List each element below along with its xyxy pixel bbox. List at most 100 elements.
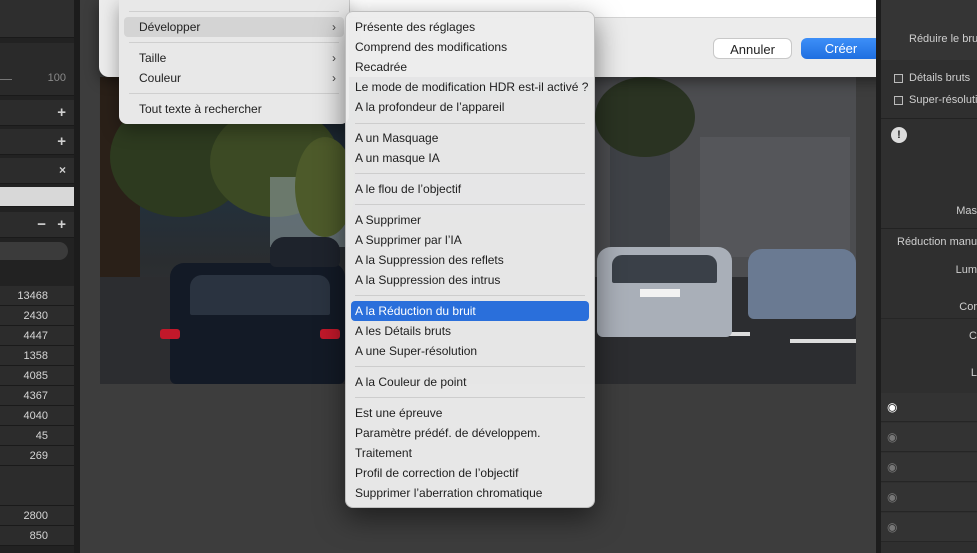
panel-row[interactable]: ◉ xyxy=(881,423,977,452)
menu-item[interactable]: Traitement xyxy=(351,443,589,463)
panel-row[interactable]: ◉ xyxy=(881,513,977,542)
count-value: 2430 xyxy=(23,310,48,322)
left-panel-section-3: × xyxy=(0,158,74,184)
close-icon[interactable]: × xyxy=(59,163,66,178)
right-panel: Réduire le bruit Détails bruts Super-rés… xyxy=(876,0,977,553)
menu-separator xyxy=(355,366,585,367)
menu-item[interactable]: Le mode de modification HDR est-il activ… xyxy=(351,77,589,97)
super-resolution-label: Super-résolution xyxy=(909,94,977,106)
eye-icon[interactable]: ◉ xyxy=(887,490,897,504)
divider xyxy=(881,228,977,229)
developper-submenu: Présente des réglages Comprend des modif… xyxy=(345,11,595,508)
menu-item-label: Développer xyxy=(139,20,201,34)
list-item[interactable]: 4367 xyxy=(0,386,74,406)
menu-item[interactable]: Comprend des modifications xyxy=(351,37,589,57)
super-resolution-checkbox[interactable] xyxy=(894,96,903,105)
car-window-shape xyxy=(612,255,717,283)
left-panel-filter-field[interactable] xyxy=(0,242,68,260)
mask-label: Mas xyxy=(956,205,977,217)
menu-item[interactable]: A la profondeur de l’appareil xyxy=(351,97,589,117)
create-button[interactable]: Créer xyxy=(801,38,881,59)
menu-item[interactable]: Présente des réglages xyxy=(351,17,589,37)
list-item[interactable]: 269 xyxy=(0,446,74,466)
cancel-button[interactable]: Annuler xyxy=(713,38,792,59)
car-light-shape xyxy=(160,329,180,339)
count-value: 4367 xyxy=(23,390,48,402)
menu-item-tout-texte[interactable]: Tout texte à rechercher xyxy=(124,99,344,119)
list-item[interactable]: 4085 xyxy=(0,366,74,386)
menu-item[interactable]: Recadrée xyxy=(351,57,589,77)
menu-item[interactable]: Paramètre prédéf. de développem. xyxy=(351,423,589,443)
raw-details-label: Détails bruts xyxy=(909,72,971,84)
menu-separator xyxy=(129,93,339,94)
panel-row[interactable]: ◉ xyxy=(881,453,977,482)
building-shape xyxy=(700,137,850,257)
count-value: 13468 xyxy=(17,290,48,302)
left-panel-section-4: − + xyxy=(0,212,74,238)
list-item[interactable]: 4447 xyxy=(0,326,74,346)
menu-item-label: Taille xyxy=(139,51,167,65)
menu-separator xyxy=(355,397,585,398)
menu-item[interactable]: A la Suppression des intrus xyxy=(351,270,589,290)
menu-item[interactable]: Supprimer l’aberration chromatique xyxy=(351,483,589,503)
panel-row[interactable]: ◉ xyxy=(881,393,977,422)
count-value: 45 xyxy=(35,430,48,442)
app-window: 100 + + × − + 13468 2430 4447 1358 4085 … xyxy=(0,0,977,553)
eye-icon[interactable]: ◉ xyxy=(887,520,897,534)
menu-item-developper[interactable]: Développer › xyxy=(124,17,344,37)
menu-item[interactable]: A une Super-résolution xyxy=(351,341,589,361)
list-item[interactable]: 850 xyxy=(0,526,74,546)
license-plate-shape xyxy=(640,289,680,297)
menu-separator xyxy=(129,42,339,43)
slider-track[interactable] xyxy=(0,79,12,80)
menu-item-selected[interactable]: A la Réduction du bruit xyxy=(351,301,589,321)
warning-icon: ! xyxy=(891,127,907,143)
menu-separator xyxy=(129,11,339,12)
menu-item[interactable]: Est une épreuve xyxy=(351,403,589,423)
menu-item-taille[interactable]: Taille › xyxy=(124,48,344,68)
menu-item[interactable]: A un masque IA xyxy=(351,148,589,168)
plus-icon[interactable]: + xyxy=(57,105,66,120)
color-label: C xyxy=(969,330,977,342)
eye-icon[interactable]: ◉ xyxy=(887,430,897,444)
menu-item[interactable]: A un Masquage xyxy=(351,128,589,148)
count-value: 4085 xyxy=(23,370,48,382)
left-panel-slider-row: 100 xyxy=(0,43,74,96)
count-value: 1358 xyxy=(23,350,48,362)
menu-item[interactable]: A la Suppression des reflets xyxy=(351,250,589,270)
menu-item[interactable]: A Supprimer par l’IA xyxy=(351,230,589,250)
list-item[interactable]: 4040 xyxy=(0,406,74,426)
menu-item[interactable]: A Supprimer xyxy=(351,210,589,230)
count-value: 4447 xyxy=(23,330,48,342)
list-item[interactable]: 1358 xyxy=(0,346,74,366)
divider xyxy=(881,318,977,319)
menu-separator xyxy=(355,295,585,296)
car-shape xyxy=(270,237,340,267)
menu-item[interactable]: A le flou de l’objectif xyxy=(351,179,589,199)
menu-item-couleur[interactable]: Couleur › xyxy=(124,68,344,88)
luminance-label: Lum xyxy=(955,264,977,276)
plus-icon[interactable]: + xyxy=(57,134,66,149)
minus-icon[interactable]: − xyxy=(37,217,46,232)
left-panel: 100 + + × − + 13468 2430 4447 1358 4085 … xyxy=(0,0,76,553)
menu-item[interactable]: Profil de correction de l’objectif xyxy=(351,463,589,483)
tree-shape xyxy=(595,77,695,157)
left-panel-section-1: + xyxy=(0,100,74,126)
list-item[interactable]: 45 xyxy=(0,426,74,446)
plus-icon[interactable]: + xyxy=(57,217,66,232)
menu-item-label: Couleur xyxy=(139,71,182,85)
left-panel-search-field[interactable] xyxy=(0,187,74,207)
panel-row[interactable]: ◉ xyxy=(881,483,977,512)
raw-details-checkbox[interactable] xyxy=(894,74,903,83)
car-window-shape xyxy=(190,275,330,315)
menu-item[interactable]: A les Détails bruts xyxy=(351,321,589,341)
list-item[interactable]: 13468 xyxy=(0,286,74,306)
eye-icon[interactable]: ◉ xyxy=(887,460,897,474)
menu-item[interactable]: A la Couleur de point xyxy=(351,372,589,392)
list-item[interactable] xyxy=(0,466,74,506)
eye-icon[interactable]: ◉ xyxy=(887,400,897,414)
list-item[interactable]: 2800 xyxy=(0,506,74,526)
car-shape xyxy=(748,249,856,319)
left-panel-section-2: + xyxy=(0,129,74,155)
list-item[interactable]: 2430 xyxy=(0,306,74,326)
